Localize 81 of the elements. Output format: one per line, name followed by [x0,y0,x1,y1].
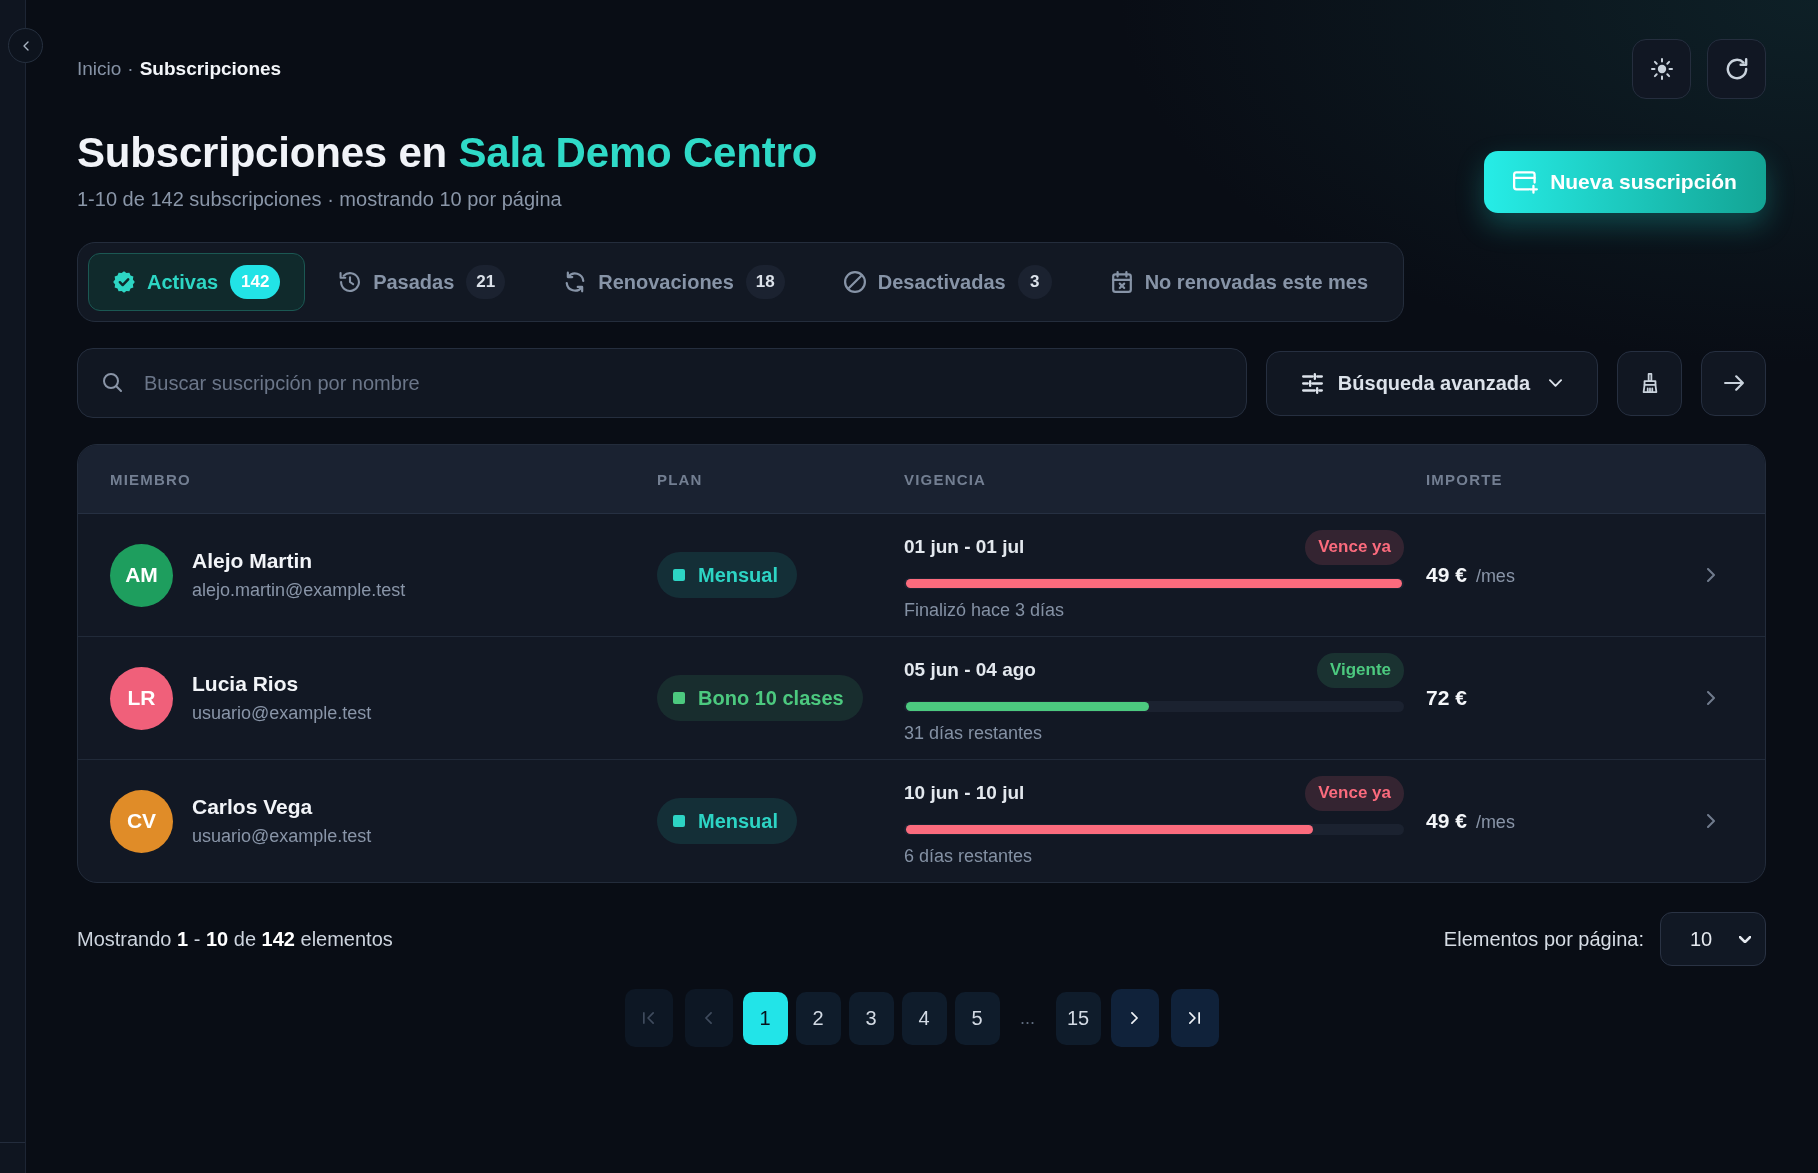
avatar: CV [110,789,173,853]
column-header: IMPORTE [1426,470,1504,488]
search-field[interactable]: Buscar suscripción por nombre [77,348,1247,418]
remaining-text: 31 días restantes [904,722,1044,744]
tab[interactable]: No renovadas este mes [1085,253,1394,311]
calendar-x-icon [1110,271,1133,293]
column-header: VIGENCIA [904,470,988,488]
tab-count: 142 [230,265,281,299]
tab[interactable]: Pasadas 21 [314,253,531,311]
page-title: Subscripciones en Sala Demo Centro [77,128,818,178]
chevron-right-icon[interactable] [1707,568,1715,582]
member-name: Carlos Vega [192,795,314,819]
remaining-text: Finalizó hace 3 días [904,599,1066,621]
chevron-right-icon [1129,1012,1140,1024]
chevron-right-icon[interactable] [1707,814,1715,828]
last-page-button[interactable] [1170,989,1219,1047]
column-header: PLAN [657,470,704,488]
tab-count: 21 [466,265,506,299]
card-plus-icon [1513,170,1539,194]
first-page-icon [643,1012,654,1024]
avatar: AM [110,543,173,607]
plan-tag: Mensual [657,552,798,598]
tab[interactable]: Renovaciones 18 [539,253,810,311]
amount: 72 € [1426,686,1467,710]
pagination-ellipsis: ... [1019,1007,1036,1029]
tab[interactable]: Desactivadas 3 [818,253,1077,311]
period-dates: 01 jun - 01 jul [904,536,1025,558]
chevron-down-icon [1739,935,1751,943]
rotate-arrows-icon [564,271,587,293]
breadcrumb-link[interactable]: Inicio [77,58,122,80]
last-page-icon [1189,1012,1200,1024]
results-summary: Mostrando 1 - 10 de 142 elementos [77,927,393,951]
advanced-search-button[interactable]: Búsqueda avanzada [1266,350,1598,416]
badge-check-icon [113,271,135,293]
member-name: Lucia Rios [192,672,300,696]
clear-filters-button[interactable] [1617,350,1682,416]
member-email: usuario@example.test [192,826,372,847]
page-button[interactable]: 15 [1055,991,1101,1045]
chevron-down-icon [1549,379,1563,387]
member-name: Alejo Martin [192,549,314,573]
amount-unit: /mes [1475,812,1515,833]
page-button[interactable]: 1 [742,991,788,1045]
avatar: LR [110,666,173,730]
amount-unit: /mes [1475,566,1515,587]
column-header: MIEMBRO [110,470,192,488]
sun-icon [1650,58,1673,80]
page-button[interactable]: 4 [901,991,947,1045]
per-page-select[interactable]: 10 [1660,912,1766,966]
chevron-right-icon[interactable] [1707,691,1715,705]
tab-count: 18 [745,265,785,299]
chevron-left-icon [703,1012,714,1024]
amount: 49 € [1426,563,1467,587]
breadcrumb-separator: · [127,58,134,80]
plan-tag: Bono 10 clases [657,675,863,721]
period-dates: 10 jun - 10 jul [904,782,1025,804]
refresh-button[interactable] [1707,39,1766,99]
page-button[interactable]: 2 [795,991,841,1045]
arrow-right-icon [1723,373,1744,393]
search-icon [103,373,122,392]
page-subtitle: 1-10 de 142 subscripciones · mostrando 10 por página [77,187,563,212]
theme-toggle-button[interactable] [1632,39,1691,99]
status-badge: Vence ya [1305,529,1404,565]
page-button[interactable]: 3 [848,991,894,1045]
tab[interactable]: Activas 142 [88,253,306,311]
member-email: alejo.martin@example.test [192,580,406,601]
sliders-icon [1301,372,1323,394]
chevron-left-icon [22,40,29,51]
member-email: usuario@example.test [192,703,372,724]
remaining-text: 6 días restantes [904,845,1034,867]
breadcrumb-current: Subscripciones [139,58,282,80]
ban-icon [843,271,866,293]
refresh-icon [1725,58,1748,80]
period-dates: 05 jun - 04 ago [904,659,1036,681]
page-button[interactable]: 5 [954,991,1000,1045]
per-page-label: Elementos por página: [1443,927,1644,951]
history-icon [339,271,362,293]
status-badge: Vigente [1316,652,1404,688]
plan-tag: Mensual [657,798,798,844]
amount: 49 € [1426,809,1467,833]
tab-count: 3 [1017,265,1052,299]
status-badge: Vence ya [1305,775,1404,811]
